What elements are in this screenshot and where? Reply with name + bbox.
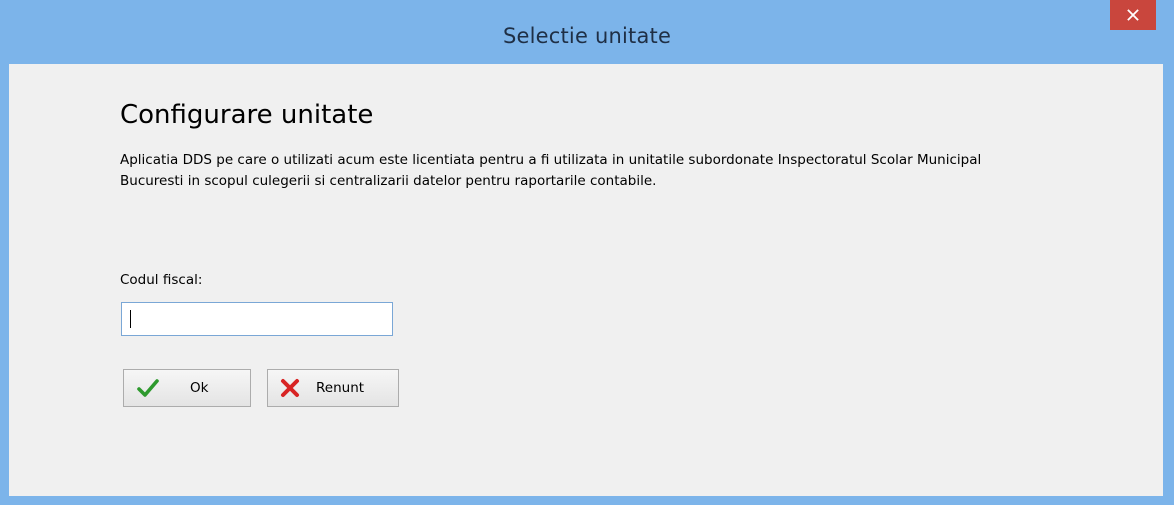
close-icon [1127,6,1139,25]
window-title: Selectie unitate [502,24,672,48]
title-bar[interactable]: Selectie unitate [0,0,1174,64]
cancel-button-label: Renunt [316,380,365,396]
cancel-button[interactable]: Renunt [267,369,399,407]
text-caret [130,310,131,328]
fiscal-code-input[interactable] [121,302,393,336]
fiscal-code-label: Codul fiscal: [120,272,203,288]
ok-button-label: Ok [190,380,209,396]
ok-button[interactable]: Ok [123,369,251,407]
close-button[interactable] [1110,0,1156,30]
x-mark-icon [278,376,302,400]
dialog-window: Selectie unitate Configurare unitate Apl… [0,0,1174,505]
checkmark-icon [136,376,160,400]
dialog-content: Configurare unitate Aplicatia DDS pe car… [9,64,1163,496]
page-heading: Configurare unitate [120,100,374,130]
description-text: Aplicatia DDS pe care o utilizati acum e… [120,152,982,189]
